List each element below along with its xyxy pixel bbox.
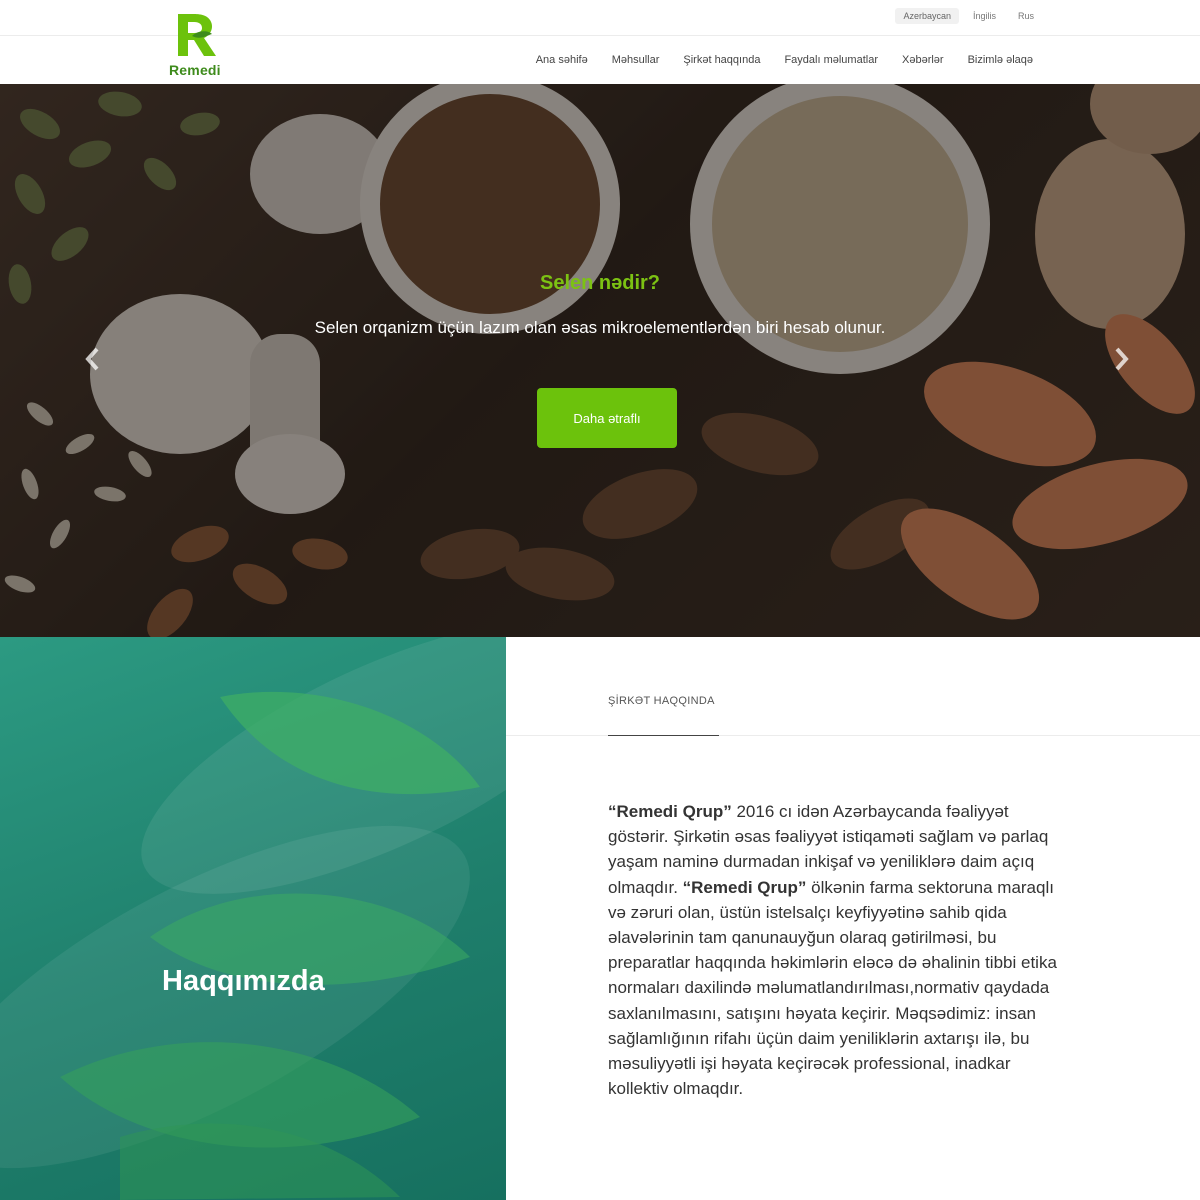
language-azerbaijani[interactable]: Azerbaycan — [895, 8, 959, 24]
about-heading: Haqqımızda — [162, 965, 325, 997]
section-label: ŞİRKƏT HAQQINDA — [608, 695, 715, 707]
logo-mark-icon — [178, 14, 216, 56]
nav-useful-info[interactable]: Faydalı məlumatlar — [784, 54, 878, 66]
chevron-left-icon[interactable] — [80, 346, 104, 376]
capsule-leaf-illustration — [0, 637, 506, 1200]
about-body-text: “Remedi Qrup” 2016 cı idən Azərbaycanda … — [608, 799, 1058, 1101]
hero-slider: Selen nədir? Selen orqanizm üçün lazım o… — [0, 84, 1200, 637]
language-english[interactable]: İngilis — [965, 8, 1004, 24]
nav-contact[interactable]: Bizimlə əlaqə — [968, 54, 1033, 66]
nav-about-company[interactable]: Şirkət haqqında — [683, 54, 760, 66]
language-switcher: Azerbaycan İngilis Rus — [895, 8, 1042, 24]
main-nav: Ana səhifə Məhsullar Şirkət haqqında Fay… — [536, 36, 1033, 84]
nav-news[interactable]: Xəbərlər — [902, 54, 944, 66]
about-text-part: ölkənin farma sektoruna maraqlı və zərur… — [608, 877, 1057, 1099]
logo-text: Remedi — [169, 62, 221, 78]
nav-products[interactable]: Məhsullar — [612, 54, 660, 66]
about-image-panel: Haqqımızda — [0, 637, 506, 1200]
logo[interactable]: Remedi — [164, 10, 234, 80]
language-russian[interactable]: Rus — [1010, 8, 1042, 24]
nav-home[interactable]: Ana səhifə — [536, 54, 588, 66]
brand-quote: “Remedi Qrup” — [682, 877, 807, 897]
section-underline — [608, 735, 719, 736]
hero-text: Selen orqanizm üçün lazım olan əsas mikr… — [314, 318, 886, 337]
hero-overlay — [0, 84, 1200, 637]
read-more-button[interactable]: Daha ətraflı — [537, 388, 677, 448]
chevron-right-icon[interactable] — [1110, 346, 1134, 376]
brand-quote: “Remedi Qrup” — [608, 802, 732, 821]
about-content: ŞİRKƏT HAQQINDA “Remedi Qrup” 2016 cı id… — [506, 637, 1200, 1200]
hero-title: Selen nədir? — [539, 272, 661, 294]
site-header: Remedi Ana səhifə Məhsullar Şirkət haqqı… — [0, 14, 1200, 84]
